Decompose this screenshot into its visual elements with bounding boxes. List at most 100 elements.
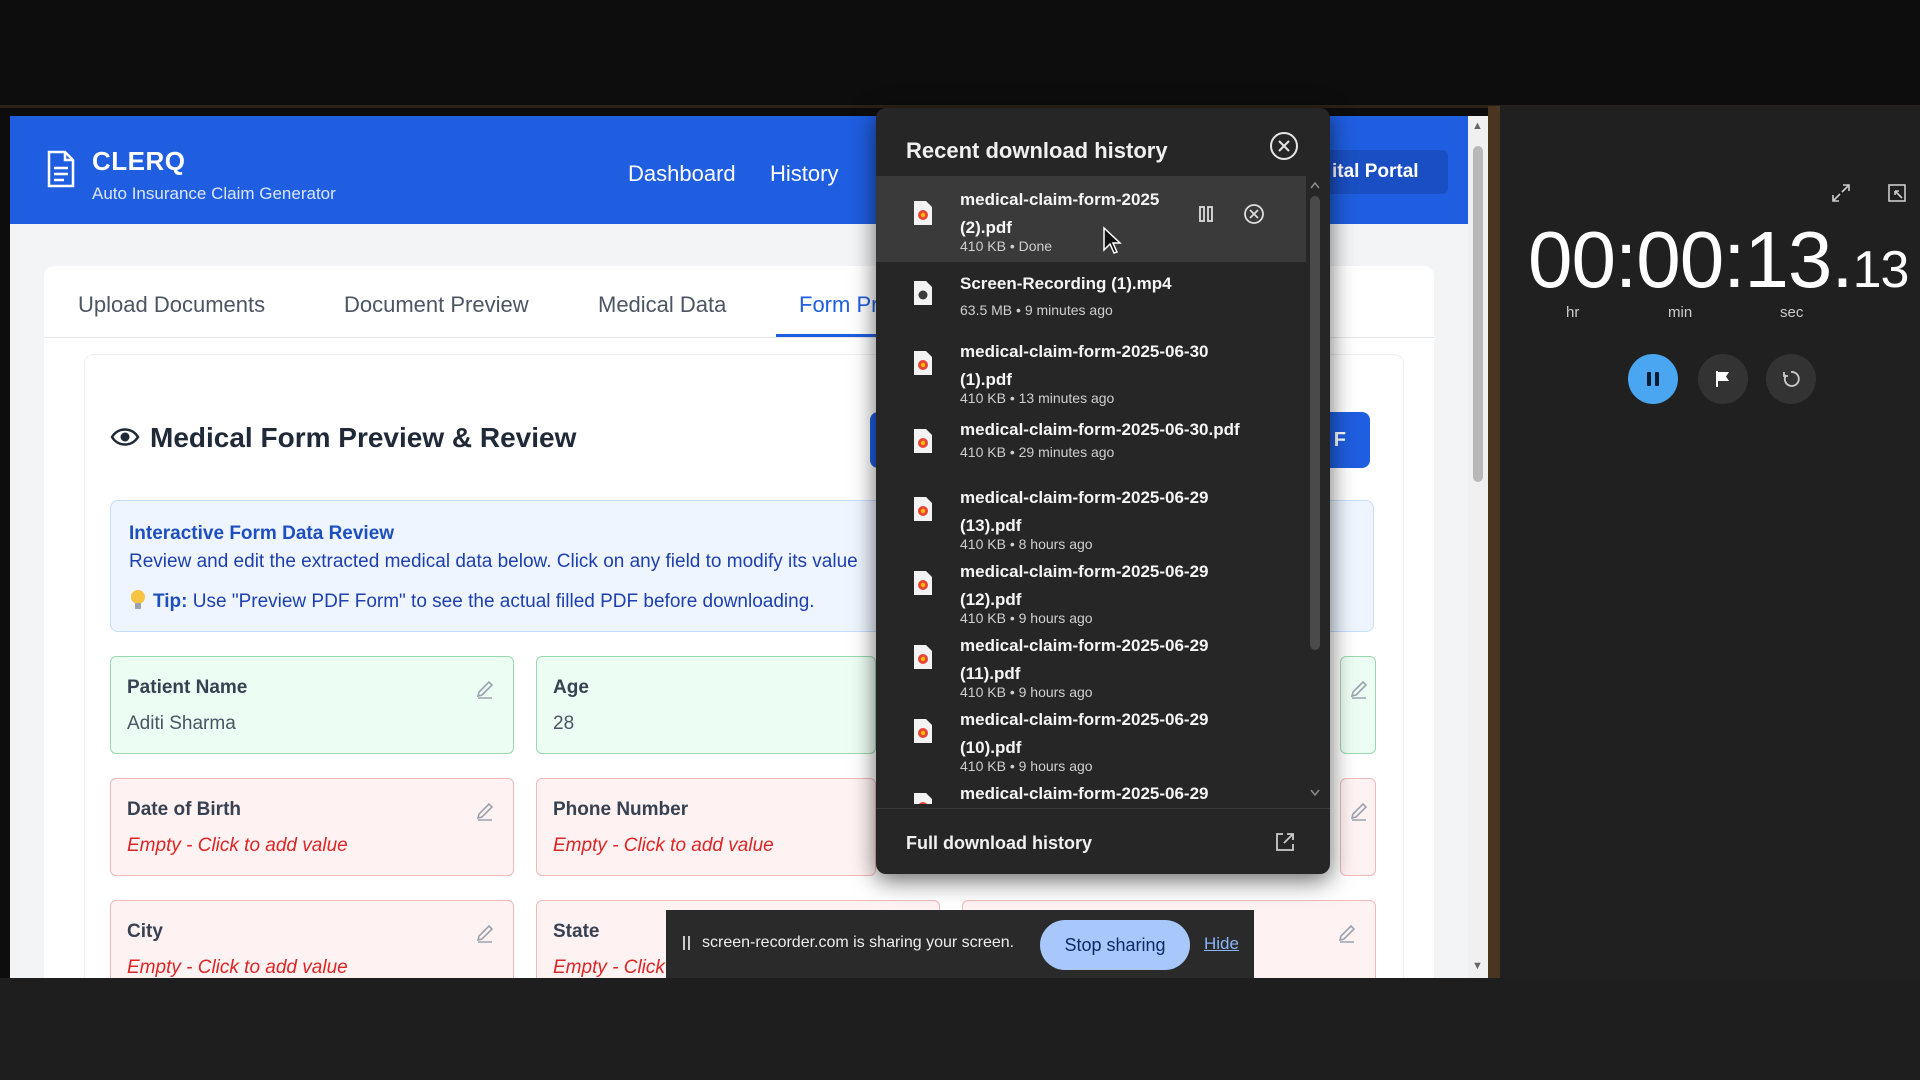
reset-button[interactable] [1766,354,1816,404]
download-panel-title: Recent download history [906,138,1168,163]
download-name[interactable]: medical-claim-form-2025 (2).pdf [960,186,1200,242]
compact-overlay-icon[interactable] [1886,182,1908,204]
field-value[interactable]: Empty - Click to add value [127,835,348,857]
page-scrollbar[interactable]: ▲ ▼ [1468,116,1488,978]
open-in-new-icon[interactable] [1274,831,1296,853]
pdf-icon [914,201,932,225]
label-hr: hr [1566,304,1580,321]
scroll-thumb[interactable] [1473,146,1483,482]
pause-icon [1647,372,1659,386]
download-name[interactable]: medical-claim-form-2025-06-29 [960,780,1260,804]
drag-handle-icon[interactable] [682,935,692,951]
label-sec: sec [1780,304,1804,321]
download-name[interactable]: Screen-Recording (1).mp4 [960,270,1280,298]
pdf-icon [914,497,932,521]
pdf-icon [914,719,932,743]
pdf-icon [914,793,932,804]
expand-icon[interactable] [1830,182,1852,204]
field-value[interactable]: Empty - Click to add value [127,957,348,978]
screen-sharing-bar: screen-recorder.com is sharing your scre… [666,910,1254,978]
stopwatch-time: 00:00:13.13 [1528,214,1909,306]
field-label: State [553,921,600,942]
edit-icon[interactable] [1349,801,1369,821]
field-value[interactable]: Empty - Click [553,957,665,978]
pdf-icon [914,429,932,453]
download-meta: 410 KB • 8 hours ago [960,536,1093,552]
portal-button[interactable]: ital Portal [1320,150,1448,194]
info-tip: Tip: Use "Preview PDF Form" to see the a… [129,589,815,613]
chevron-up-icon[interactable] [1309,180,1321,190]
tab-upload-documents[interactable]: Upload Documents [78,292,265,318]
download-name[interactable]: medical-claim-form-2025-06-29 (11).pdf [960,632,1250,688]
field-value[interactable]: Aditi Sharma [127,713,236,735]
download-item[interactable]: medical-claim-form-2025-06-29 [876,778,1306,804]
field-patient-name[interactable]: Patient Name Aditi Sharma [110,656,514,754]
download-item[interactable]: medical-claim-form-2025-06-30 (1).pdf 41… [876,336,1306,410]
download-item[interactable]: medical-claim-form-2025-06-29 (12).pdf 4… [876,556,1306,630]
edit-icon[interactable] [1349,679,1369,699]
sharing-message: screen-recorder.com is sharing your scre… [702,934,1015,951]
download-meta: 410 KB • 9 hours ago [960,758,1093,774]
nav-dashboard[interactable]: Dashboard [628,161,736,187]
download-meta: 410 KB • 13 minutes ago [960,390,1115,406]
tip-text: Use "Preview PDF Form" to see the actual… [192,591,815,612]
field-phone-number[interactable]: Phone Number Empty - Click to add value [536,778,876,876]
tab-medical-data[interactable]: Medical Data [598,292,726,318]
field-label: Age [553,677,589,698]
download-meta: 410 KB • 9 hours ago [960,684,1093,700]
full-history-label[interactable]: Full download history [906,833,1092,854]
field-partial[interactable] [1340,778,1376,876]
scroll-down-icon[interactable]: ▼ [1472,960,1483,972]
pause-button[interactable] [1628,354,1678,404]
field-partial[interactable] [1340,656,1376,754]
scroll-thumb[interactable] [1310,196,1320,650]
download-name[interactable]: medical-claim-form-2025-06-30.pdf [960,416,1290,444]
pdf-icon [914,645,932,669]
lap-button[interactable] [1698,354,1748,404]
background-strip [1488,106,1500,978]
nav-history[interactable]: History [770,161,838,187]
download-item[interactable]: medical-claim-form-2025-06-29 (10).pdf 4… [876,704,1306,778]
field-age[interactable]: Age 28 [536,656,876,754]
field-city[interactable]: City Empty - Click to add value [110,900,514,978]
download-name[interactable]: medical-claim-form-2025-06-30 (1).pdf [960,338,1250,394]
download-meta: 410 KB • 9 hours ago [960,610,1093,626]
download-name[interactable]: medical-claim-form-2025-06-29 (13).pdf [960,484,1250,540]
scroll-up-icon[interactable]: ▲ [1472,120,1483,132]
download-item[interactable]: medical-claim-form-2025-06-29 (13).pdf 4… [876,482,1306,556]
edit-icon[interactable] [475,679,495,699]
eye-icon [110,428,140,446]
field-date-of-birth[interactable]: Date of Birth Empty - Click to add value [110,778,514,876]
download-name[interactable]: medical-claim-form-2025-06-29 (12).pdf [960,558,1250,614]
edit-icon[interactable] [475,923,495,943]
field-value[interactable]: 28 [553,713,574,735]
edit-icon[interactable] [1337,923,1357,943]
tab-form-preview[interactable]: Form Pr [799,292,878,318]
pdf-icon [914,571,932,595]
full-history-link[interactable]: Full download history [876,808,1330,874]
pdf-icon [914,351,932,375]
tab-document-preview[interactable]: Document Preview [344,292,529,318]
pause-icon[interactable] [1194,202,1218,226]
info-text: Review and edit the extracted medical da… [129,551,858,572]
hide-link[interactable]: Hide [1204,934,1239,954]
cancel-icon[interactable] [1242,202,1266,226]
download-item[interactable]: medical-claim-form-2025 (2).pdf 410 KB •… [876,176,1306,262]
chevron-down-icon[interactable] [1309,788,1321,798]
page-title: Medical Form Preview & Review [150,422,577,453]
close-icon[interactable] [1268,130,1300,162]
brand-name[interactable]: CLERQ [92,146,186,177]
download-item[interactable]: medical-claim-form-2025-06-30.pdf 410 KB… [876,414,1306,488]
info-title: Interactive Form Data Review [129,523,395,544]
edit-icon[interactable] [475,801,495,821]
brand-subtitle: Auto Insurance Claim Generator [92,184,336,203]
stop-sharing-button[interactable]: Stop sharing [1040,920,1190,970]
download-item[interactable]: medical-claim-form-2025-06-29 (11).pdf 4… [876,630,1306,704]
stopwatch-panel: 00:00:13.13 hr min sec [1500,106,1920,978]
time-main: 00:00:13. [1528,215,1854,304]
field-value[interactable]: Empty - Click to add value [553,835,774,857]
download-list-scrollbar[interactable] [1306,176,1324,804]
download-item[interactable]: Screen-Recording (1).mp4 63.5 MB • 9 min… [876,266,1306,340]
screen: CLERQ Auto Insurance Claim Generator Das… [0,0,1920,1080]
download-name[interactable]: medical-claim-form-2025-06-29 (10).pdf [960,706,1250,762]
